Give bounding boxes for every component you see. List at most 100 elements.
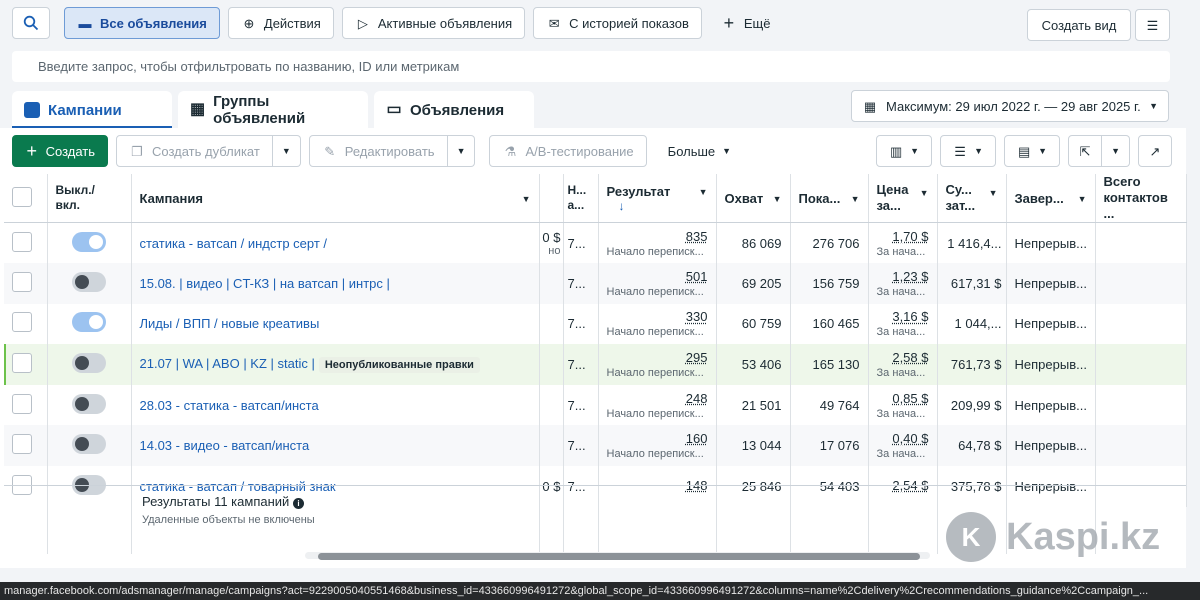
with-history-button[interactable]: ✉ С историей показов (533, 7, 702, 39)
breakdown-icon: ☰ (954, 143, 966, 159)
table-row[interactable]: 14.03 - видео - ватсап/инста 7... 160 Начал… (4, 425, 1187, 467)
columns-button[interactable]: ▥ ▼ (876, 135, 933, 167)
table-row[interactable]: 15.08. | видео | CT-КЗ | на ватсап | инт… (4, 263, 1187, 304)
campaign-name-link[interactable]: 15.08. | видео | CT-КЗ | на ватсап | инт… (140, 276, 390, 291)
table-row[interactable]: Лиды / ВПП / новые креативы 7... 330 Начало… (4, 303, 1187, 345)
row-toggle-cell (47, 303, 132, 345)
hidden-column-cell (539, 263, 564, 304)
reports-icon: ▤ (1017, 143, 1031, 159)
end-header[interactable]: Завер... ▼ (1006, 174, 1096, 223)
breakdown-button[interactable]: ☰ ▼ (940, 135, 997, 167)
row-checkbox[interactable] (12, 393, 32, 414)
more-actions-button[interactable]: Больше ▼ (655, 135, 744, 167)
campaign-name-link[interactable]: статика - ватсап / индстр серт / (140, 236, 328, 251)
campaign-toggle[interactable] (72, 271, 106, 292)
all-ads-button[interactable]: ▬ Все объявления (64, 7, 220, 39)
row-checkbox[interactable] (12, 434, 32, 455)
result-value[interactable]: 835 (607, 229, 708, 244)
more-views-button[interactable]: + Ещё (708, 7, 784, 39)
result-header[interactable]: Результат ▼ ↓ (598, 174, 717, 223)
campaign-name-link[interactable]: 28.03 - статика - ватсап/инста (140, 398, 319, 413)
footer-divider (563, 486, 564, 554)
tab-ad-sets[interactable]: ▦ Группы объявлений (178, 91, 368, 129)
result-cell: 295 Начало переписк... (598, 344, 717, 385)
campaign-name-cell: Лиды / ВПП / новые креативы (131, 303, 540, 345)
delivery-cell: 7... (563, 222, 599, 264)
filter-placeholder: Введите запрос, чтобы отфильтровать по н… (38, 59, 460, 74)
row-checkbox[interactable] (12, 312, 32, 333)
delivery-header[interactable]: Н... а... (563, 174, 599, 223)
result-value[interactable]: 295 (607, 350, 708, 365)
reach-header[interactable]: Охват ▼ (716, 174, 791, 223)
horizontal-scrollbar-thumb[interactable] (318, 553, 920, 560)
ab-test-button[interactable]: ⚗ A/B-тестирование (489, 135, 647, 167)
campaign-toggle[interactable] (72, 231, 106, 252)
table-row[interactable]: 21.07 | WA | ABO | KZ | static | Неопубли… (4, 344, 1187, 385)
price-value[interactable]: 2,58 $ (877, 350, 928, 365)
contacts-header[interactable]: Всего контактов ... (1095, 174, 1187, 223)
level-tabs: Кампании ▦ Группы объявлений ▭ Объявлени… (12, 91, 534, 129)
reports-button[interactable]: ▤ ▼ (1004, 135, 1061, 167)
charts-button[interactable]: ↗ (1138, 135, 1172, 167)
edit-menu-button[interactable]: ▼ (447, 135, 476, 167)
export-menu-button[interactable]: ▼ (1102, 135, 1130, 167)
result-value[interactable]: 160 (607, 431, 708, 446)
campaign-toggle[interactable] (72, 353, 106, 374)
campaign-name-cell: 28.03 - статика - ватсап/инста (131, 384, 540, 426)
result-value[interactable]: 248 (607, 391, 708, 406)
footer-divider (131, 486, 132, 554)
campaign-toggle[interactable] (72, 393, 106, 414)
table-row[interactable]: 28.03 - статика - ватсап/инста 7... 248 Нач… (4, 384, 1187, 426)
create-view-button[interactable]: Создать вид (1027, 9, 1131, 41)
result-value[interactable]: 330 (607, 309, 708, 324)
table-row[interactable]: статика - ватсап / индстр серт / 0 $ но 7..… (4, 222, 1187, 264)
result-sub: Начало переписк... (606, 448, 704, 461)
spent-header[interactable]: ▼ Су... зат... (937, 174, 1007, 223)
campaign-header[interactable]: Кампания ▼ (131, 174, 540, 223)
reach-cell: 69 205 (716, 263, 791, 304)
more-views-label: Ещё (743, 15, 771, 31)
campaign-name-cell: 14.03 - видео - ватсап/инста (131, 425, 540, 467)
active-ads-button[interactable]: ▷ Активные объявления (341, 7, 526, 39)
view-settings-button[interactable]: ☰ (1135, 9, 1170, 41)
impressions-cell: 49 764 (790, 384, 869, 426)
toggle-header[interactable]: Выкл./ вкл. (47, 174, 132, 223)
export-button[interactable]: ⇱ (1068, 135, 1103, 167)
chevron-down-icon: ▼ (456, 146, 466, 156)
price-value[interactable]: 0,85 $ (877, 391, 928, 406)
date-range-picker[interactable]: ▦ Максимум: 29 июл 2022 г. — 29 авг 2025… (851, 90, 1169, 122)
campaign-toggle[interactable] (72, 434, 106, 455)
row-toggle-cell (47, 263, 132, 304)
footer-divider (598, 486, 599, 554)
envelope-icon: ✉ (548, 15, 560, 31)
actions-button[interactable]: ⊕ Действия (227, 7, 334, 39)
price-value[interactable]: 1,23 $ (877, 269, 928, 284)
result-cell: 835 Начало переписк... (598, 222, 717, 264)
select-all-checkbox[interactable] (12, 186, 32, 207)
create-label: Создать (45, 143, 95, 159)
campaign-toggle[interactable] (72, 312, 106, 333)
price-header[interactable]: ▼ Цена за... (868, 174, 938, 223)
row-checkbox[interactable] (12, 271, 32, 292)
impressions-cell: 156 759 (790, 263, 869, 304)
campaign-name-link[interactable]: Лиды / ВПП / новые креативы (140, 316, 320, 331)
price-value[interactable]: 3,16 $ (877, 309, 928, 324)
campaign-name-link[interactable]: 14.03 - видео - ватсап/инста (140, 438, 310, 453)
duplicate-button[interactable]: ❐ Создать дубликат (116, 135, 273, 167)
row-checkbox[interactable] (12, 231, 32, 252)
campaign-name-link[interactable]: 21.07 | WA | ABO | KZ | static | (140, 356, 315, 371)
price-value[interactable]: 0,40 $ (877, 431, 928, 446)
search-button[interactable] (12, 7, 50, 39)
create-button[interactable]: + Создать (12, 135, 108, 167)
row-checkbox[interactable] (12, 353, 32, 374)
duplicate-menu-button[interactable]: ▼ (272, 135, 301, 167)
tab-ads[interactable]: ▭ Объявления (374, 91, 534, 129)
info-icon[interactable]: i (292, 498, 304, 509)
filter-input[interactable]: Введите запрос, чтобы отфильтровать по н… (12, 51, 1170, 82)
impressions-header[interactable]: Пока... ▼ (790, 174, 869, 223)
result-value[interactable]: 501 (607, 269, 708, 284)
edit-button[interactable]: ✎ Редактировать (308, 135, 448, 167)
spent-cell: 1 416,4... (937, 222, 1007, 264)
tab-campaigns[interactable]: Кампании (12, 91, 172, 129)
price-value[interactable]: 1,70 $ (877, 229, 928, 244)
